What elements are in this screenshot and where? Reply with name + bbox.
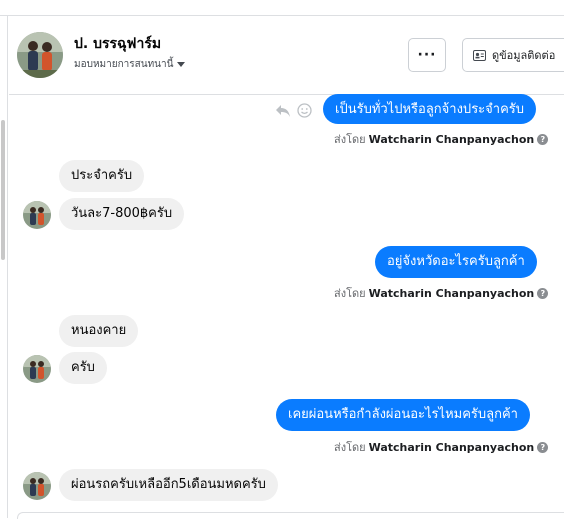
sender-name: Watcharin Chanpanyachon — [368, 132, 535, 146]
outgoing-message[interactable]: เป็นรับทั่วไปหรือลูกจ้างประจำครับ — [323, 94, 537, 124]
sent-by-prefix: ส่งโดย — [334, 133, 366, 146]
message-actions — [275, 103, 312, 118]
message-thread: เป็นรับทั่วไปหรือลูกจ้างประจำครับ ส่งโดย… — [9, 94, 564, 518]
more-options-button[interactable]: ··· — [408, 38, 446, 72]
outgoing-message[interactable]: เคยผ่อนหรือกำลังผ่อนอะไรไหมครับลูกค้า — [276, 399, 530, 431]
more-label: ··· — [417, 47, 437, 63]
contact-avatar-small — [23, 355, 51, 383]
incoming-message[interactable]: ผ่อนรถครับเหลืออีก5เดือนมหดครับ — [59, 469, 278, 501]
sent-by-label: ส่งโดย Watcharin Chanpanyachon ? — [334, 284, 549, 302]
sent-by-label: ส่งโดย Watcharin Chanpanyachon ? — [334, 130, 549, 148]
contact-avatar-small — [23, 472, 51, 500]
contact-avatar-small — [23, 201, 51, 229]
reply-icon[interactable] — [275, 104, 291, 118]
sent-by-prefix: ส่งโดย — [334, 287, 366, 300]
incoming-message[interactable]: หนองคาย — [59, 315, 139, 347]
sender-name: Watcharin Chanpanyachon — [368, 286, 535, 300]
contact-card-icon — [473, 49, 486, 61]
left-scrollbar[interactable] — [0, 16, 8, 518]
top-border — [0, 0, 564, 16]
incoming-message[interactable]: ประจำครับ — [59, 160, 145, 192]
view-contact-button[interactable]: ดูข้อมูลติดต่อ — [462, 38, 564, 72]
contact-avatar[interactable] — [17, 32, 63, 78]
react-emoji-icon[interactable] — [297, 103, 312, 118]
assign-label: มอบหมายการสนทนานี้ — [74, 59, 174, 70]
scrollbar-thumb[interactable] — [1, 120, 5, 260]
assign-conversation-dropdown[interactable]: มอบหมายการสนทนานี้ — [74, 57, 186, 72]
sent-by-prefix: ส่งโดย — [334, 441, 366, 454]
outgoing-message[interactable]: อยู่จังหวัดอะไรครับลูกค้า — [375, 246, 537, 278]
sender-name: Watcharin Chanpanyachon — [368, 440, 535, 454]
incoming-message[interactable]: ครับ — [59, 352, 107, 384]
view-contact-label: ดูข้อมูลติดต่อ — [492, 49, 556, 62]
help-icon[interactable]: ? — [537, 133, 549, 145]
incoming-message[interactable]: วันละ7-800฿ครับ — [59, 198, 185, 230]
conversation-header: ป. บรรฉุฟาร์ม มอบหมายการสนทนานี้ ··· ดูข… — [9, 17, 564, 95]
caret-down-icon — [177, 62, 186, 67]
sent-by-label: ส่งโดย Watcharin Chanpanyachon ? — [334, 438, 549, 456]
help-icon[interactable]: ? — [537, 287, 549, 299]
help-icon[interactable]: ? — [537, 441, 549, 453]
contact-name: ป. บรรฉุฟาร์ม — [74, 36, 162, 52]
